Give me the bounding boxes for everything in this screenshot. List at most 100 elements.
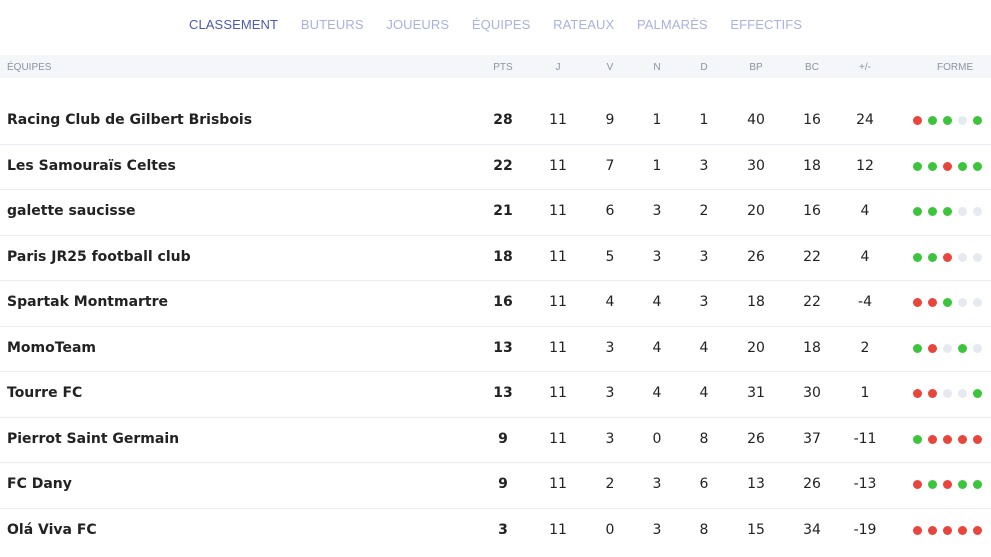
cell-bc: 16 — [803, 112, 821, 128]
table-row[interactable]: MomoTeam 13 11 3 4 4 20 18 2 — [0, 327, 991, 372]
table-row[interactable]: Olá Viva FC 3 11 0 3 8 15 34 -19 — [0, 509, 991, 554]
cell-j: 11 — [549, 385, 567, 401]
cell-gd: 4 — [860, 248, 870, 265]
team-name[interactable]: Les Samouraïs Celtes — [7, 158, 176, 174]
tab-rateaux[interactable]: RATEAUX — [553, 17, 614, 32]
cell-gd: -4 — [858, 294, 872, 310]
cell-bc: 30 — [803, 385, 821, 401]
cell-gd: 4 — [860, 203, 870, 219]
cell-bp: 20 — [747, 203, 765, 219]
table-row[interactable]: FC Dany 9 11 2 3 6 13 26 -13 — [0, 463, 991, 509]
loss-dot — [973, 434, 982, 444]
tab-buteurs[interactable]: BUTEURS — [301, 17, 364, 32]
header-pts: PTS — [493, 62, 513, 73]
team-name[interactable]: FC Dany — [7, 476, 72, 492]
loss-dot — [958, 434, 967, 444]
cell-bp: 18 — [747, 294, 765, 310]
cell-j: 11 — [549, 112, 567, 128]
cell-pts: 13 — [493, 385, 513, 401]
tab-joueurs[interactable]: JOUEURS — [386, 17, 449, 32]
team-name[interactable]: Tourre FC — [7, 385, 82, 401]
tab-classement[interactable]: CLASSEMENT — [189, 17, 278, 32]
table-row[interactable]: Paris JR25 football club 18 11 5 3 3 26 22 4 — [0, 236, 991, 281]
cell-v: 3 — [605, 385, 615, 401]
loss-dot — [928, 434, 937, 444]
header-bc: BC — [805, 62, 819, 73]
cell-bc: 22 — [803, 294, 821, 310]
cell-bc: 18 — [803, 339, 821, 356]
header-team: ÉQUIPES — [7, 62, 52, 73]
form-indicator — [913, 480, 982, 489]
cell-d: 4 — [699, 385, 709, 401]
win-dot — [928, 161, 937, 171]
loss-dot — [928, 298, 937, 307]
cell-bp: 26 — [747, 248, 765, 265]
loss-dot — [928, 525, 937, 535]
cell-bp: 26 — [747, 430, 765, 447]
tab-effectifs[interactable]: EFFECTIFS — [730, 17, 802, 32]
empty-dot — [973, 252, 982, 262]
loss-dot — [943, 434, 952, 444]
cell-v: 9 — [605, 112, 615, 128]
team-name[interactable]: Paris JR25 football club — [7, 249, 191, 265]
team-name[interactable]: galette saucisse — [7, 203, 136, 219]
loss-dot — [958, 525, 967, 535]
cell-pts: 18 — [493, 248, 513, 265]
cell-pts: 9 — [498, 430, 508, 447]
cell-bp: 40 — [747, 112, 765, 128]
team-name[interactable]: MomoTeam — [7, 340, 96, 356]
team-name[interactable]: Pierrot Saint Germain — [7, 431, 179, 447]
win-dot — [928, 116, 937, 125]
win-dot — [943, 116, 952, 125]
tab-palmares[interactable]: PALMARÈS — [637, 17, 708, 32]
cell-j: 11 — [549, 339, 567, 356]
table-row[interactable]: Racing Club de Gilbert Brisbois 28 11 9 1 1 40… — [0, 99, 991, 145]
cell-v: 6 — [605, 203, 615, 219]
table-row[interactable]: Les Samouraïs Celtes 22 11 7 1 3 30 18 12 — [0, 145, 991, 190]
cell-bc: 22 — [803, 248, 821, 265]
table-row[interactable]: Tourre FC 13 11 3 4 4 31 30 1 — [0, 372, 991, 418]
loss-dot — [943, 525, 952, 535]
cell-j: 11 — [549, 521, 567, 538]
cell-n: 3 — [652, 203, 662, 219]
win-dot — [913, 207, 922, 216]
cell-bp: 31 — [747, 385, 765, 401]
form-indicator — [913, 434, 982, 444]
cell-n: 3 — [652, 248, 662, 265]
loss-dot — [973, 525, 982, 535]
form-indicator — [913, 252, 982, 262]
empty-dot — [973, 343, 982, 353]
cell-n: 3 — [652, 476, 662, 492]
cell-n: 4 — [652, 385, 662, 401]
cell-n: 0 — [652, 430, 662, 447]
loss-dot — [913, 298, 922, 307]
win-dot — [973, 480, 982, 489]
team-name[interactable]: Racing Club de Gilbert Brisbois — [7, 112, 252, 128]
cell-d: 6 — [699, 476, 709, 492]
empty-dot — [958, 298, 967, 307]
table-row[interactable]: Spartak Montmartre 16 11 4 4 3 18 22 -4 — [0, 281, 991, 327]
team-name[interactable]: Olá Viva FC — [7, 522, 97, 538]
form-indicator — [913, 161, 982, 171]
empty-dot — [973, 298, 982, 307]
tab-equipes[interactable]: ÉQUIPES — [472, 17, 531, 32]
table-row[interactable]: Pierrot Saint Germain 9 11 3 0 8 26 37 -11 — [0, 418, 991, 463]
empty-dot — [973, 207, 982, 216]
cell-d: 1 — [699, 112, 709, 128]
cell-bp: 30 — [747, 157, 765, 174]
header-v: V — [606, 62, 614, 73]
table-row[interactable]: galette saucisse 21 11 6 3 2 20 16 4 — [0, 190, 991, 236]
cell-d: 2 — [699, 203, 709, 219]
cell-v: 0 — [605, 521, 615, 538]
win-dot — [913, 434, 922, 444]
cell-n: 3 — [652, 521, 662, 538]
win-dot — [913, 161, 922, 171]
win-dot — [928, 252, 937, 262]
win-dot — [973, 116, 982, 125]
cell-d: 8 — [699, 521, 709, 538]
cell-j: 11 — [549, 248, 567, 265]
empty-dot — [958, 207, 967, 216]
win-dot — [973, 389, 982, 398]
team-name[interactable]: Spartak Montmartre — [7, 294, 168, 310]
cell-bp: 15 — [747, 521, 765, 538]
